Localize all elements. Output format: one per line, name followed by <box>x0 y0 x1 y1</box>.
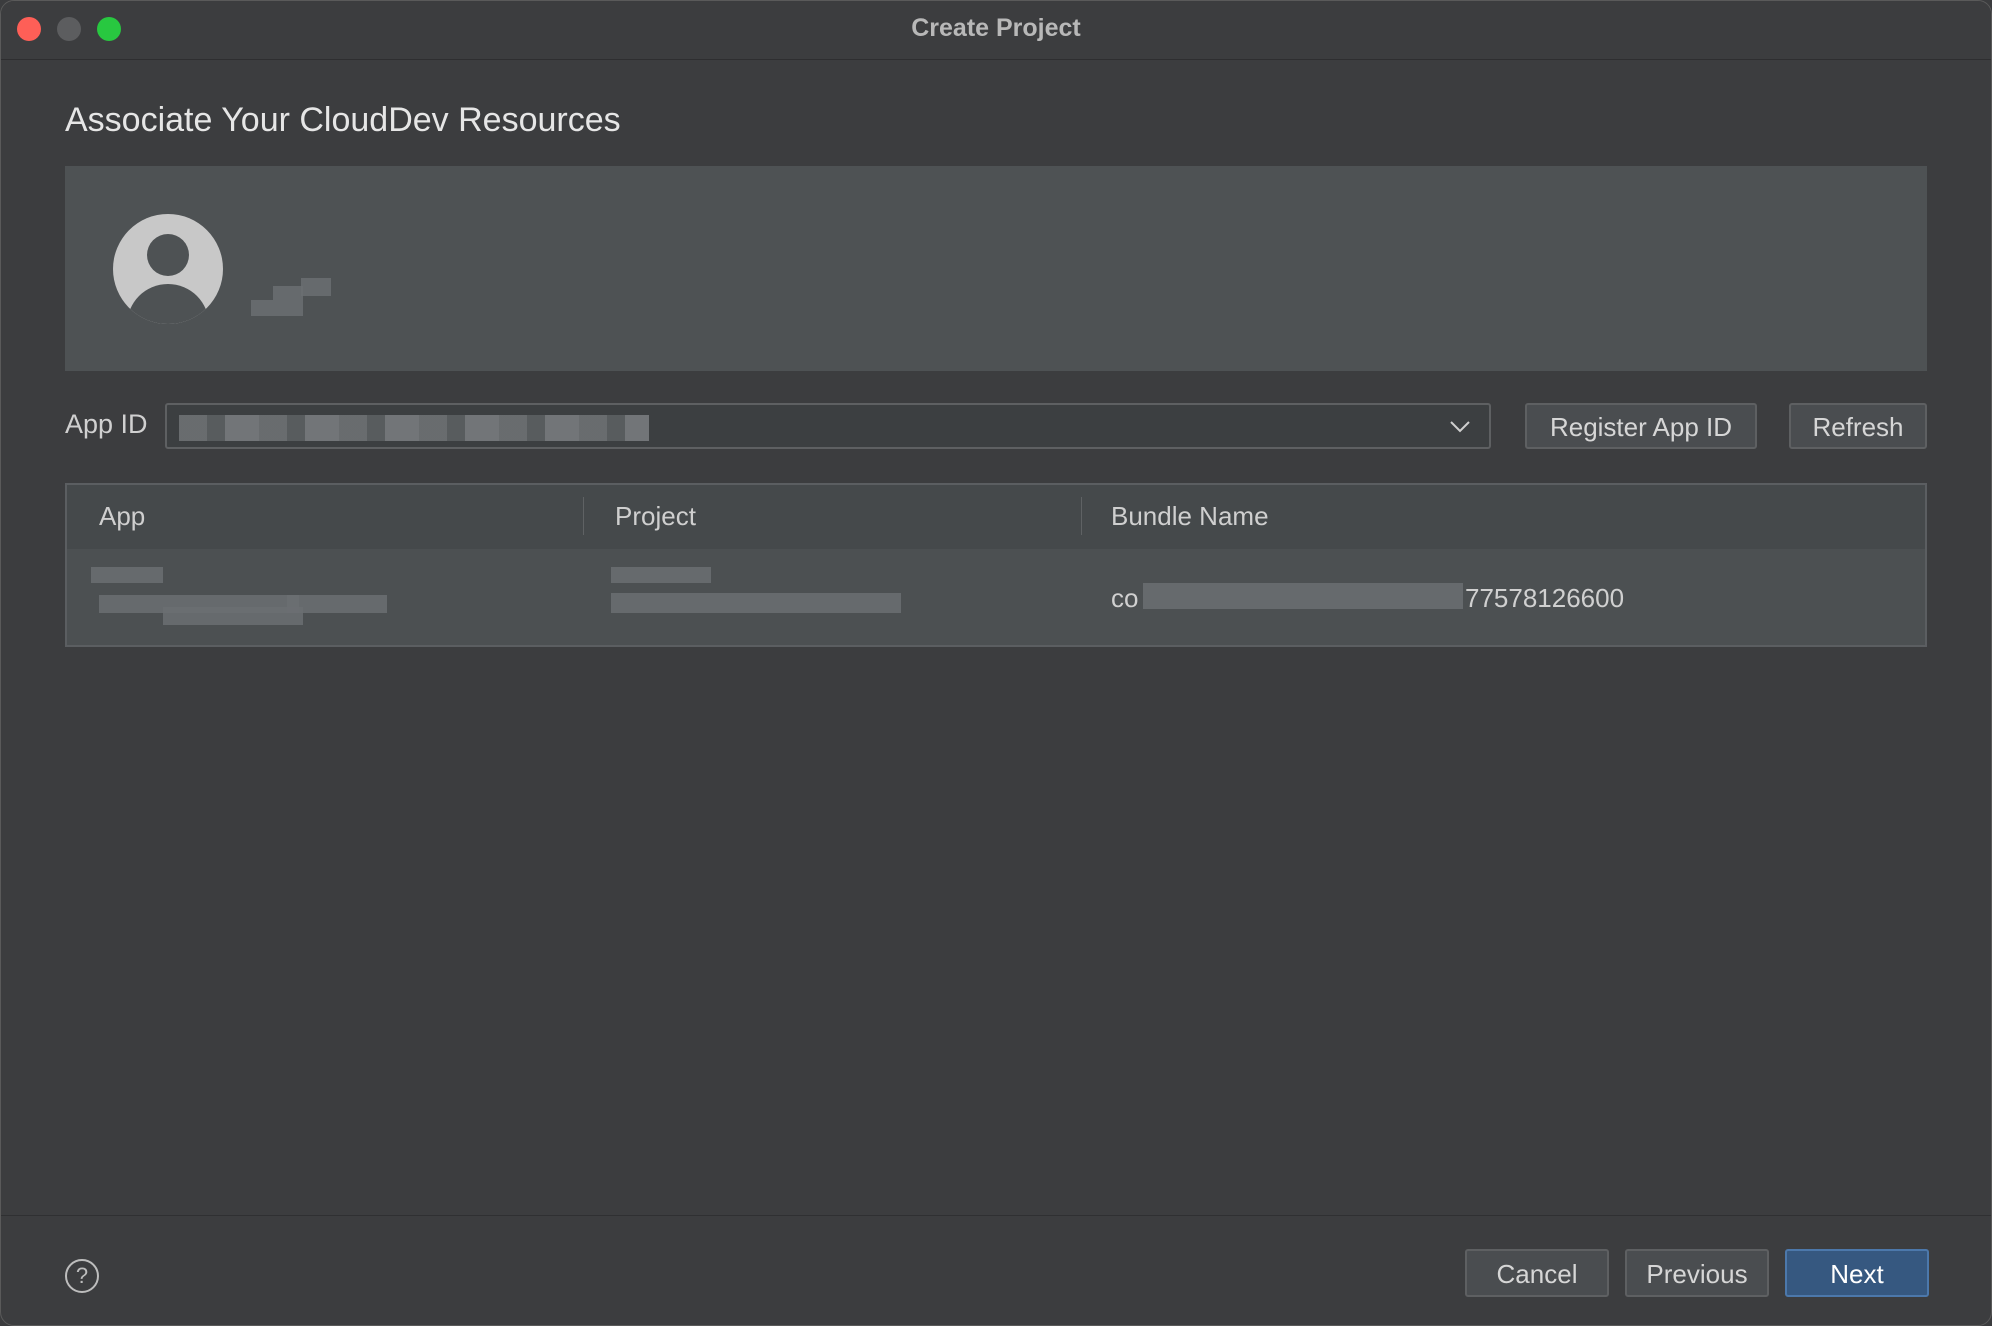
account-panel <box>65 166 1927 371</box>
column-header-bundle-name[interactable]: Bundle Name <box>1111 485 1269 547</box>
register-app-id-button[interactable]: Register App ID <box>1525 403 1757 449</box>
next-button[interactable]: Next <box>1785 1249 1929 1297</box>
title-bar: Create Project <box>1 1 1991 60</box>
bundle-name-redacted <box>1143 583 1463 609</box>
bundle-name-prefix: co <box>1111 583 1139 613</box>
help-circle-icon[interactable]: ? <box>65 1259 99 1293</box>
app-id-label: App ID <box>65 409 148 439</box>
chevron-down-icon <box>1450 421 1470 433</box>
page-heading: Associate Your CloudDev Resources <box>65 101 621 139</box>
column-header-project[interactable]: Project <box>615 485 696 547</box>
refresh-button[interactable]: Refresh <box>1789 403 1927 449</box>
user-avatar-icon <box>113 214 223 324</box>
app-id-dropdown[interactable] <box>165 403 1491 449</box>
app-id-value-redacted <box>179 415 649 441</box>
create-project-window: Create Project Associate Your CloudDev R… <box>0 0 1992 1326</box>
table-header: App Project Bundle Name <box>67 485 1925 549</box>
window-title: Create Project <box>911 14 1081 42</box>
footer-divider <box>1 1215 1991 1216</box>
bundle-name-suffix: 77578126600 <box>1465 583 1625 613</box>
cancel-button[interactable]: Cancel <box>1465 1249 1609 1297</box>
resources-table: App Project Bundle Name co 77578126600 <box>65 483 1927 647</box>
column-header-app[interactable]: App <box>99 485 145 547</box>
account-name-redacted <box>251 278 351 318</box>
table-row[interactable]: co 77578126600 <box>67 549 1925 645</box>
previous-button[interactable]: Previous <box>1625 1249 1769 1297</box>
